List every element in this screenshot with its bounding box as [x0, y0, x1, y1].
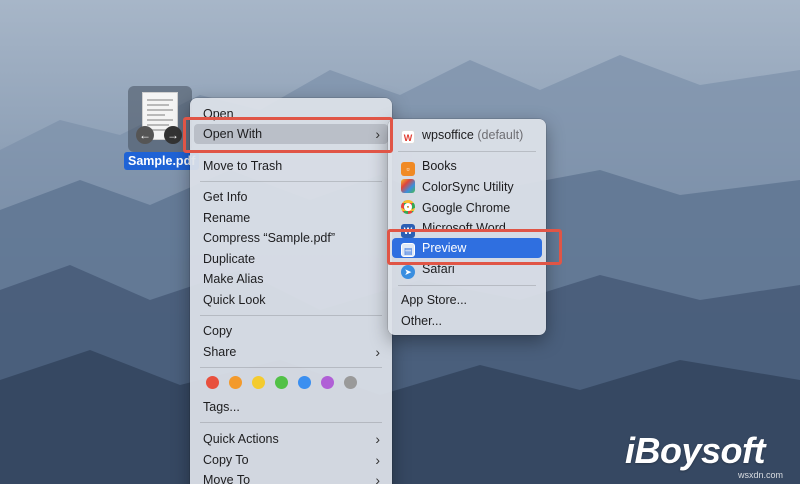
menu-item-get-info[interactable]: Get Info [194, 187, 388, 207]
app-label: Google Chrome [422, 201, 511, 215]
tag-gray-swatch[interactable] [344, 376, 357, 389]
menu-item-rename[interactable]: Rename [194, 208, 388, 228]
menu-item-copy[interactable]: Copy [194, 321, 388, 341]
chevron-right-icon: › [375, 452, 380, 468]
context-menu: Open Open With › Move to Trash Get Info … [190, 98, 392, 484]
books-icon: ▫ [401, 162, 415, 176]
menu-item-copy-to[interactable]: Copy To › [194, 450, 388, 470]
menu-item-quick-look[interactable]: Quick Look [194, 290, 388, 310]
tag-orange-swatch[interactable] [229, 376, 242, 389]
chevron-right-icon: › [375, 431, 380, 447]
menu-separator [200, 315, 382, 316]
app-item-chrome[interactable]: Google Chrome [392, 198, 542, 218]
menu-item-make-alias[interactable]: Make Alias [194, 269, 388, 289]
menu-separator [200, 422, 382, 423]
tag-red-swatch[interactable] [206, 376, 219, 389]
safari-icon: ➤ [401, 265, 415, 279]
menu-separator [200, 181, 382, 182]
site-watermark: wsxdn.com [738, 470, 784, 480]
open-with-submenu: Wwpsoffice (default) ▫ Books ColorSync Ut… [388, 119, 546, 335]
app-label: ColorSync Utility [422, 180, 514, 194]
app-item-colorsync[interactable]: ColorSync Utility [392, 177, 542, 197]
menu-item-label: Copy To [203, 453, 249, 467]
colorsync-icon [401, 179, 415, 193]
tag-blue-swatch[interactable] [298, 376, 311, 389]
previous-page-icon[interactable]: ← [136, 126, 154, 144]
wps-icon: W [401, 130, 415, 144]
menu-item-tags[interactable]: Tags... [194, 397, 388, 417]
menu-item-move-to[interactable]: Move To › [194, 470, 388, 484]
menu-item-duplicate[interactable]: Duplicate [194, 249, 388, 269]
app-label: wpsoffice [422, 128, 474, 142]
app-store-item[interactable]: App Store... [392, 290, 542, 310]
menu-item-compress[interactable]: Compress “Sample.pdf” [194, 228, 388, 248]
menu-separator [200, 367, 382, 368]
app-item-books[interactable]: ▫ Books [392, 156, 542, 176]
menu-item-move-to-trash[interactable]: Move to Trash [194, 156, 388, 176]
menu-separator [398, 285, 536, 286]
menu-item-label: Move To [203, 473, 251, 484]
menu-item-share[interactable]: Share › [194, 342, 388, 362]
next-page-icon[interactable]: → [164, 126, 182, 144]
other-app-item[interactable]: Other... [392, 311, 542, 331]
app-item-wpsoffice[interactable]: Wwpsoffice (default) [392, 125, 542, 145]
menu-item-label: Quick Actions [203, 432, 279, 446]
app-label: Books [422, 159, 457, 173]
chevron-right-icon: › [375, 472, 380, 484]
menu-item-label: Share [203, 345, 237, 359]
menu-separator [398, 151, 536, 152]
tag-yellow-swatch[interactable] [252, 376, 265, 389]
preview-callout-box [387, 229, 562, 265]
open-with-callout-box [183, 117, 393, 153]
tag-green-swatch[interactable] [275, 376, 288, 389]
file-name-label[interactable]: Sample.pdf [124, 152, 200, 170]
chevron-right-icon: › [375, 344, 380, 360]
menu-item-quick-actions[interactable]: Quick Actions › [194, 429, 388, 449]
iboysoft-logo: iBoysoft [625, 430, 766, 471]
tag-purple-swatch[interactable] [321, 376, 334, 389]
chrome-icon [401, 200, 415, 214]
default-label: (default) [477, 128, 524, 142]
